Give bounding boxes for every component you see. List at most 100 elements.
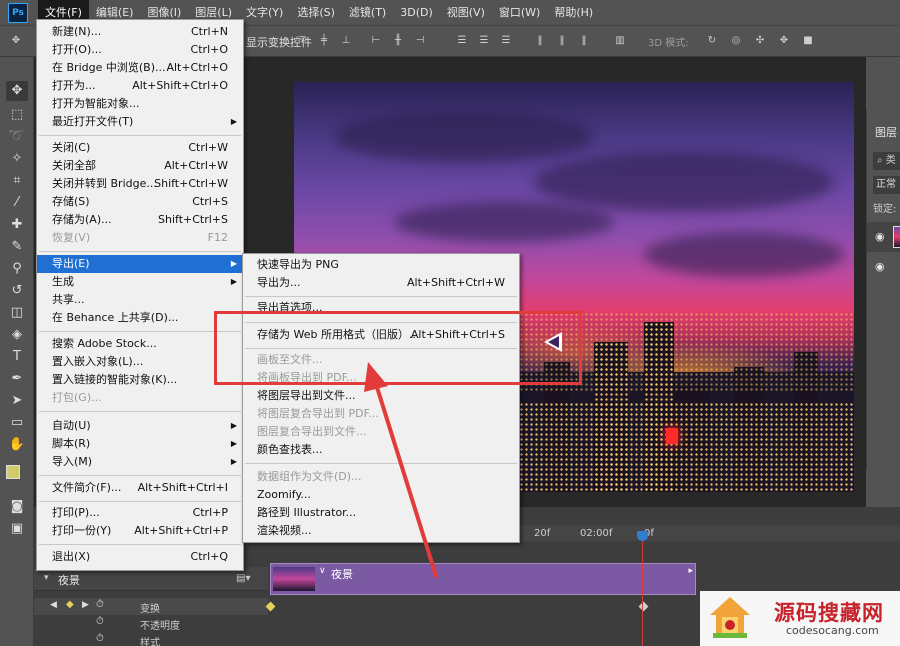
distribute-vcenter-icon[interactable]: ☰: [478, 35, 490, 47]
3d-slide-icon[interactable]: ✥: [778, 35, 790, 47]
menu-item-print-one[interactable]: 打印一份(Y) Alt+Shift+Ctrl+P: [37, 522, 243, 540]
menu-item-generate[interactable]: 生成 ▶: [37, 273, 243, 291]
move-tool-icon[interactable]: ✥: [10, 35, 22, 47]
stopwatch-icon[interactable]: ⏱: [96, 633, 104, 644]
distribute-hcenter-icon[interactable]: ‖: [556, 35, 568, 47]
3d-camera-icon[interactable]: ■: [802, 35, 814, 47]
clip-trim-icon[interactable]: ▸: [688, 566, 693, 576]
distribute-left-icon[interactable]: ‖: [534, 35, 546, 47]
crop-tool-icon[interactable]: ⌗: [6, 171, 28, 191]
keyframe-diamond[interactable]: [638, 601, 649, 612]
align-vcenter-icon[interactable]: ╪: [318, 35, 330, 47]
menu-item-color-lookup[interactable]: 颜色查找表...: [243, 441, 519, 459]
timeline-clip[interactable]: ∨ 夜景 ▸: [270, 563, 696, 595]
align-top-icon[interactable]: ⊤: [296, 35, 308, 47]
menu-item-close[interactable]: 关闭(C) Ctrl+W: [37, 139, 243, 157]
menu-item-save-as[interactable]: 存储为(A)... Shift+Ctrl+S: [37, 211, 243, 229]
3d-rotate-icon[interactable]: ↻: [706, 35, 718, 47]
align-bottom-icon[interactable]: ⊥: [340, 35, 352, 47]
stopwatch-icon[interactable]: ⏱: [96, 616, 104, 627]
menu-item-zoomify[interactable]: Zoomify...: [243, 486, 519, 504]
menu-item-open[interactable]: 打开(O)... Ctrl+O: [37, 41, 243, 59]
menu-item-print[interactable]: 打印(P)... Ctrl+P: [37, 504, 243, 522]
clone-stamp-tool-icon[interactable]: ⚲: [6, 259, 28, 279]
clip-expand-icon[interactable]: ∨: [319, 566, 326, 576]
menu-item-scripts[interactable]: 脚本(R) ▶: [37, 435, 243, 453]
eyedropper-tool-icon[interactable]: ⁄: [6, 193, 28, 213]
menu-item-layers-to-files[interactable]: 将图层导出到文件...: [243, 387, 519, 405]
path-selection-tool-icon[interactable]: ➤: [6, 391, 28, 411]
timeline-prop-row[interactable]: ⏱ 样式: [34, 632, 268, 646]
history-brush-tool-icon[interactable]: ↺: [6, 281, 28, 301]
submenu-arrow-icon: ▶: [230, 117, 237, 126]
menu-window[interactable]: 窗口(W): [492, 0, 547, 25]
add-keyframe-icon[interactable]: ◆: [66, 599, 74, 610]
menu-select[interactable]: 选择(S): [290, 0, 342, 25]
align-right-icon[interactable]: ⊣: [414, 35, 426, 47]
menu-item-export-as[interactable]: 导出为... Alt+Shift+Ctrl+W: [243, 274, 519, 292]
layers-panel-title[interactable]: 图层: [875, 124, 897, 140]
hand-tool-icon[interactable]: ✋: [6, 435, 28, 455]
menu-item-open-smart-object[interactable]: 打开为智能对象...: [37, 95, 243, 113]
menu-help[interactable]: 帮助(H): [547, 0, 600, 25]
lasso-tool-icon[interactable]: ➰: [6, 127, 28, 147]
menu-item-exit[interactable]: 退出(X) Ctrl+Q: [37, 548, 243, 566]
menu-item-browse-bridge[interactable]: 在 Bridge 中浏览(B)... Alt+Ctrl+O: [37, 59, 243, 77]
healing-brush-tool-icon[interactable]: ✚: [6, 215, 28, 235]
foreground-color-swatch[interactable]: [6, 465, 20, 479]
distribute-bottom-icon[interactable]: ☰: [500, 35, 512, 47]
blend-mode-select[interactable]: 正常: [873, 176, 900, 194]
marquee-tool-icon[interactable]: ⬚: [6, 105, 28, 125]
menu-item-render-video[interactable]: 渲染视频...: [243, 522, 519, 540]
eye-icon[interactable]: ◉: [875, 260, 885, 273]
type-tool-icon[interactable]: T: [6, 347, 28, 367]
menu-item-close-all[interactable]: 关闭全部 Alt+Ctrl+W: [37, 157, 243, 175]
layer-filter-kind[interactable]: ⌕ 类: [873, 152, 900, 170]
menu-item-automate[interactable]: 自动(U) ▶: [37, 417, 243, 435]
menu-filter[interactable]: 滤镜(T): [342, 0, 393, 25]
eye-icon[interactable]: ◉: [875, 230, 885, 243]
menu-item-quick-export-png[interactable]: 快速导出为 PNG: [243, 256, 519, 274]
film-menu-icon[interactable]: ▤▾: [236, 573, 250, 584]
3d-drag-icon[interactable]: ✣: [754, 35, 766, 47]
menu-item-new[interactable]: 新建(N)... Ctrl+N: [37, 23, 243, 41]
menu-view[interactable]: 视图(V): [440, 0, 492, 25]
menu-item-place-embedded[interactable]: 置入嵌入对象(L)...: [37, 353, 243, 371]
timeline-prop-row[interactable]: ◀ ◆ ▶ ⏱ 变换: [34, 598, 268, 615]
prev-keyframe-icon[interactable]: ◀: [50, 600, 57, 610]
clip-thumbnail: [273, 567, 315, 591]
timeline-prop-row[interactable]: ⏱ 不透明度: [34, 615, 268, 632]
auto-align-icon[interactable]: ▥: [614, 35, 626, 47]
menu-item-import[interactable]: 导入(M) ▶: [37, 453, 243, 471]
menu-item-save[interactable]: 存储(S) Ctrl+S: [37, 193, 243, 211]
menu-item-close-go-bridge[interactable]: 关闭并转到 Bridge... Shift+Ctrl+W: [37, 175, 243, 193]
brush-tool-icon[interactable]: ✎: [6, 237, 28, 257]
menu-item-search-stock[interactable]: 搜索 Adobe Stock...: [37, 335, 243, 353]
3d-roll-icon[interactable]: ◎: [730, 35, 742, 47]
menu-item-paths-to-illustrator[interactable]: 路径到 Illustrator...: [243, 504, 519, 522]
screen-mode-icon[interactable]: ▣: [6, 519, 28, 539]
menu-item-share[interactable]: 共享...: [37, 291, 243, 309]
menu-item-share-behance[interactable]: 在 Behance 上共享(D)...: [37, 309, 243, 327]
menu-item-open-as[interactable]: 打开为... Alt+Shift+Ctrl+O: [37, 77, 243, 95]
pen-tool-icon[interactable]: ✒: [6, 369, 28, 389]
distribute-right-icon[interactable]: ‖: [578, 35, 590, 47]
next-keyframe-icon[interactable]: ▶: [82, 600, 89, 610]
align-left-icon[interactable]: ⊢: [370, 35, 382, 47]
menu-3d[interactable]: 3D(D): [393, 0, 440, 25]
distribute-top-icon[interactable]: ☰: [456, 35, 468, 47]
move-tool-icon[interactable]: ✥: [6, 81, 28, 101]
menu-type[interactable]: 文字(Y): [239, 0, 290, 25]
menu-item-file-info[interactable]: 文件简介(F)... Alt+Shift+Ctrl+I: [37, 479, 243, 497]
shape-tool-icon[interactable]: ▭: [6, 413, 28, 433]
eraser-tool-icon[interactable]: ◫: [6, 303, 28, 323]
quick-mask-icon[interactable]: ◙: [6, 497, 28, 517]
collapse-triangle-icon[interactable]: ▾: [44, 573, 49, 583]
menu-item-recent-files[interactable]: 最近打开文件(T) ▶: [37, 113, 243, 131]
stopwatch-icon[interactable]: ⏱: [96, 599, 104, 610]
menu-item-place-linked[interactable]: 置入链接的智能对象(K)...: [37, 371, 243, 389]
paint-bucket-tool-icon[interactable]: ◈: [6, 325, 28, 345]
magic-wand-tool-icon[interactable]: ✧: [6, 149, 28, 169]
menu-item-export[interactable]: 导出(E) ▶: [37, 255, 243, 273]
align-hcenter-icon[interactable]: ╫: [392, 35, 404, 47]
